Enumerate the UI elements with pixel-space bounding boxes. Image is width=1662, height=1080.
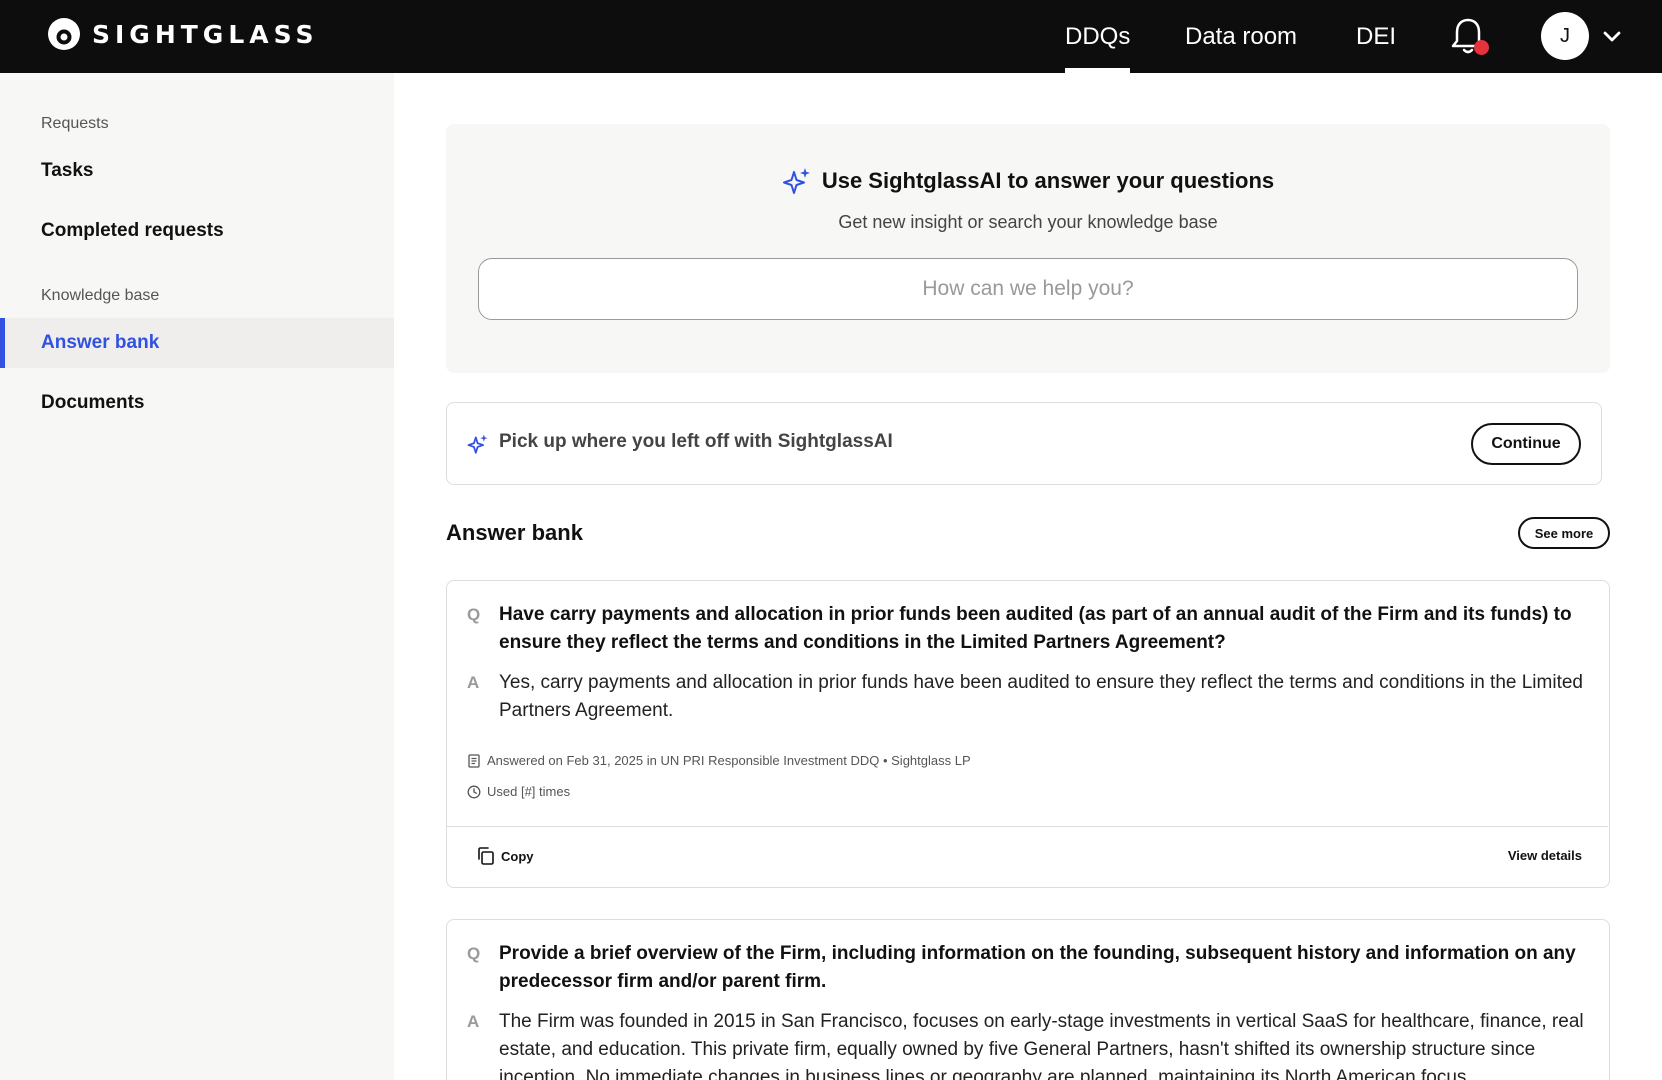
- user-avatar[interactable]: J: [1541, 12, 1589, 60]
- nav-dei[interactable]: DEI: [1356, 0, 1396, 73]
- sightglass-logo[interactable]: SIGHTGLASS: [46, 14, 319, 54]
- chevron-down-icon[interactable]: [1600, 24, 1624, 48]
- answer-card-question: Provide a brief overview of the Firm, in…: [499, 943, 1576, 992]
- sidebar-item-answer-bank[interactable]: Answer bank: [0, 318, 394, 368]
- answer-bank-title: Answer bank: [446, 520, 583, 545]
- used-meta-text: Used [#] times: [487, 784, 571, 799]
- sidebar-section-knowledge-base: Knowledge base: [41, 287, 160, 304]
- nav-ddqs[interactable]: DDQs: [1065, 0, 1131, 73]
- top-navigation-bar: SIGHTGLASS DDQs Data room DEI J: [0, 0, 1662, 73]
- question-marker: Q: [467, 944, 481, 963]
- answer-card: Q Provide a brief overview of the Firm, …: [446, 919, 1610, 1080]
- see-more-button[interactable]: See more: [1518, 517, 1610, 549]
- sidebar-item-tasks[interactable]: Tasks: [0, 146, 394, 196]
- sidebar: Requests Tasks Completed requests Knowle…: [0, 73, 394, 1080]
- clock-icon: [467, 785, 481, 798]
- ai-card-title: Use SightglassAI to answer your question…: [821, 168, 1275, 193]
- sidebar-item-documents[interactable]: Documents: [0, 378, 394, 428]
- question-marker: Q: [467, 605, 481, 624]
- answer-card-question: Have carry payments and allocation in pr…: [499, 604, 1572, 653]
- sidebar-section-requests: Requests: [41, 115, 109, 132]
- copy-button-label: Copy: [501, 848, 534, 864]
- continue-button[interactable]: Continue: [1471, 423, 1581, 465]
- pickup-card: Pick up where you left off with Sightgla…: [446, 402, 1602, 485]
- copy-button[interactable]: Copy: [475, 845, 534, 867]
- pickup-text: Pick up where you left off with Sightgla…: [499, 431, 893, 452]
- answer-card-answer: The Firm was founded in 2015 in San Fran…: [499, 1011, 1584, 1080]
- sightglass-ai-card: Use SightglassAI to answer your question…: [446, 124, 1610, 373]
- copy-icon: [478, 847, 494, 865]
- sidebar-item-completed-requests[interactable]: Completed requests: [0, 206, 394, 256]
- sightglass-logo-icon: [48, 18, 80, 50]
- view-details-link[interactable]: View details: [1508, 848, 1582, 863]
- notification-dot: [1474, 40, 1489, 55]
- sparkle-icon: [782, 168, 810, 194]
- answer-marker: A: [467, 673, 480, 692]
- answered-meta: Answered on Feb 31, 2025 in UN PRI Respo…: [467, 753, 971, 768]
- used-meta: Used [#] times: [467, 784, 570, 799]
- sparkle-icon: [467, 434, 488, 454]
- answered-meta-text: Answered on Feb 31, 2025 in UN PRI Respo…: [487, 753, 971, 768]
- document-icon: [468, 753, 480, 768]
- brand-name: SIGHTGLASS: [92, 19, 319, 49]
- ai-search-input[interactable]: [478, 258, 1578, 320]
- answer-card: Q Have carry payments and allocation in …: [446, 580, 1610, 888]
- answer-card-footer: Copy View details: [447, 826, 1608, 886]
- answer-card-answer: Yes, carry payments and allocation in pr…: [499, 672, 1583, 721]
- answer-marker: A: [467, 1012, 480, 1031]
- ai-card-subtitle: Get new insight or search your knowledge…: [838, 212, 1218, 232]
- nav-data-room[interactable]: Data room: [1185, 0, 1297, 73]
